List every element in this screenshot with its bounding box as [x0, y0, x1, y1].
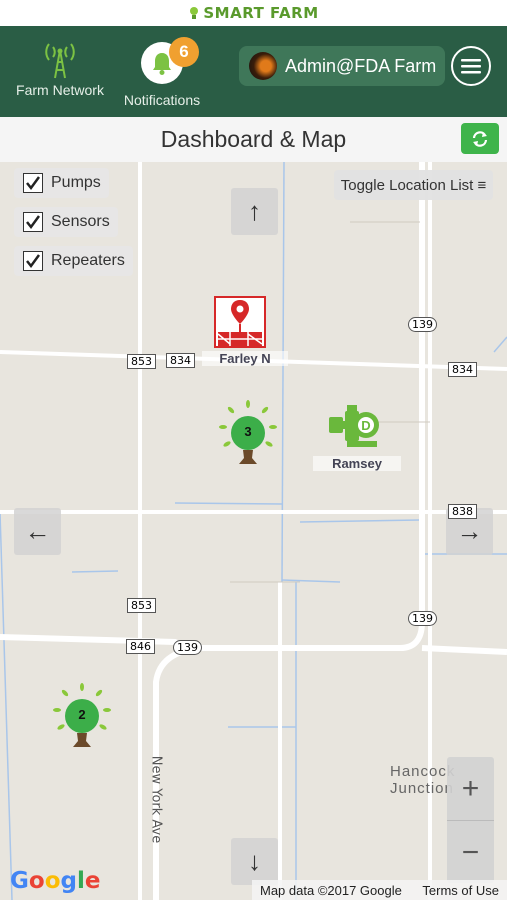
road-label: 139 [408, 611, 437, 626]
refresh-icon [472, 130, 488, 147]
place-label-line1: Hancock [390, 763, 456, 780]
map-attribution: Map data ©2017 Google [260, 882, 402, 898]
menu-icon [461, 59, 481, 74]
hamburger-menu-button[interactable] [451, 46, 491, 86]
pan-up-button[interactable]: ↑ [231, 188, 278, 235]
road-label: 834 [448, 362, 477, 377]
arrow-right-icon: → [456, 516, 483, 546]
road-label: 838 [448, 504, 477, 519]
road-label: 834 [166, 353, 195, 368]
user-account-button[interactable]: Admin@FDA Farm [239, 46, 445, 86]
zoom-out-button[interactable]: − [447, 821, 494, 884]
filter-repeaters-label: Repeaters [51, 252, 125, 269]
filter-sensors-checkbox[interactable]: Sensors [14, 207, 118, 237]
sensor-cluster-marker[interactable]: 2 [47, 683, 117, 753]
notifications-button[interactable]: 6 Notifications [116, 37, 208, 108]
road-label: 139 [408, 317, 437, 332]
app-header: Farm Network 6 Notifications Admin@FDA F… [0, 26, 507, 117]
check-icon [23, 251, 43, 271]
check-icon [23, 173, 43, 193]
user-label: Admin@FDA Farm [285, 55, 437, 76]
filter-pumps-checkbox[interactable]: Pumps [14, 168, 109, 198]
avatar [249, 52, 277, 80]
marker-label-ramsey: Ramsey [313, 456, 401, 471]
road-label: 853 [127, 598, 156, 613]
farm-network-label: Farm Network [16, 82, 104, 98]
cluster-count: 2 [78, 707, 86, 722]
refresh-button[interactable] [461, 123, 499, 154]
road-label: 853 [127, 354, 156, 369]
check-icon [23, 212, 43, 232]
svg-text:D: D [361, 418, 370, 433]
marker-label-farley-n: Farley N [202, 351, 288, 366]
arrow-down-icon: ↓ [248, 846, 261, 876]
sensor-cluster-marker[interactable]: 3 [213, 400, 283, 470]
map-attribution-bar: Map data ©2017 Google Terms of Use [252, 880, 507, 900]
tower-icon [45, 43, 75, 79]
cluster-count: 3 [244, 424, 252, 439]
pan-left-button[interactable]: ← [14, 508, 61, 555]
brand-bar: SMART FARM [0, 0, 507, 26]
filter-pumps-label: Pumps [51, 174, 101, 191]
place-label: Hancock Junction [390, 763, 455, 797]
toggle-location-list-button[interactable]: Toggle Location List ≡ [334, 170, 493, 200]
notification-count-badge: 6 [169, 37, 199, 67]
filter-sensors-label: Sensors [51, 213, 110, 230]
repeater-marker-icon[interactable] [214, 296, 266, 348]
road-label: 139 [173, 640, 202, 655]
pump-marker-icon[interactable]: D [327, 403, 381, 449]
brand-name: SMART FARM [203, 4, 319, 22]
zoom-in-button[interactable]: + [447, 757, 494, 821]
bulb-icon [190, 7, 199, 19]
page-title: Dashboard & Map [160, 126, 347, 152]
farm-network-button[interactable]: Farm Network [8, 38, 112, 98]
place-label-line2: Junction [390, 780, 454, 797]
terms-of-use-link[interactable]: Terms of Use [422, 883, 499, 898]
arrow-up-icon: ↑ [248, 196, 261, 226]
map[interactable]: Pumps Sensors Repeaters Toggle Location … [0, 162, 507, 900]
notifications-label: Notifications [123, 92, 201, 108]
brand-logo: SMART FARM [188, 4, 318, 22]
street-label: New York Ave [148, 755, 164, 844]
arrow-left-icon: ← [24, 516, 51, 546]
road-label: 846 [126, 639, 155, 654]
zoom-control: + − [447, 757, 494, 883]
title-bar: Dashboard & Map [0, 117, 507, 163]
pan-down-button[interactable]: ↓ [231, 838, 278, 885]
google-logo[interactable]: Google [10, 868, 100, 894]
filter-repeaters-checkbox[interactable]: Repeaters [14, 246, 133, 276]
